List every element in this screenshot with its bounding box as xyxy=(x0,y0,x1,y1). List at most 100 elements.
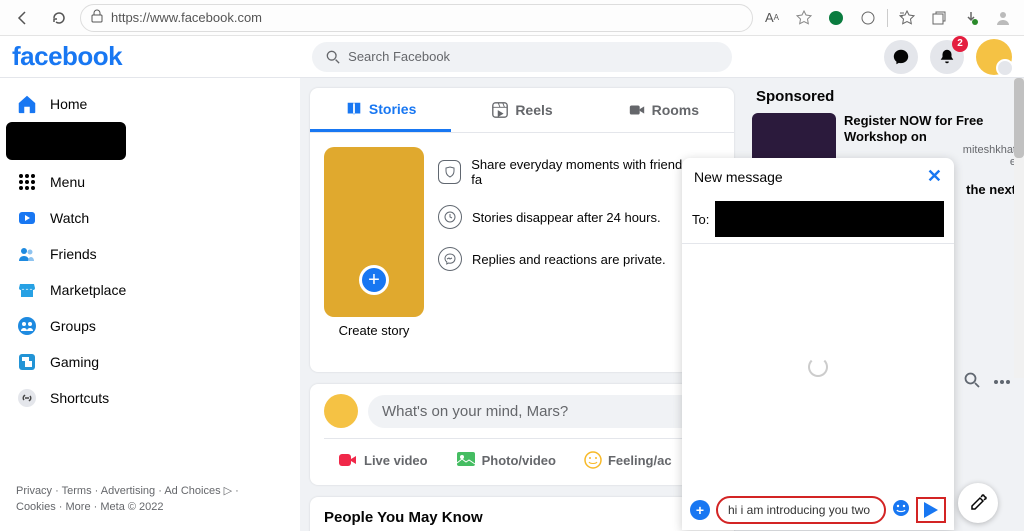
live-video-button[interactable]: Live video xyxy=(324,445,442,475)
reels-icon xyxy=(491,101,509,119)
tab-label: Rooms xyxy=(652,102,699,118)
create-story-label: Create story xyxy=(339,323,410,338)
text-size-icon[interactable]: AA xyxy=(759,5,785,31)
new-message-popup: New message ✕ To: + hi i am introducing … xyxy=(682,158,954,530)
notifications-button[interactable]: 2 xyxy=(930,40,964,74)
sidebar-item-label: Marketplace xyxy=(50,282,126,298)
account-avatar[interactable] xyxy=(976,39,1012,75)
sidebar-item-label: Friends xyxy=(50,246,97,262)
left-sidebar: Home Menu Watch Friends Marketplace xyxy=(0,78,300,531)
sidebar-item-shortcuts[interactable]: Shortcuts xyxy=(6,380,294,416)
tab-stories[interactable]: Stories xyxy=(310,88,451,132)
back-button[interactable] xyxy=(8,3,38,33)
gaming-icon xyxy=(16,351,38,373)
search-contacts-icon[interactable] xyxy=(964,372,980,391)
send-button[interactable] xyxy=(916,497,946,523)
sidebar-item-user[interactable] xyxy=(6,122,126,160)
tab-reels[interactable]: Reels xyxy=(451,88,592,132)
footer-line2[interactable]: Cookies · More · Meta © 2022 xyxy=(16,500,284,515)
recipient-chip[interactable] xyxy=(715,201,944,237)
video-icon xyxy=(628,101,646,119)
refresh-button[interactable] xyxy=(44,3,74,33)
tab-label: Reels xyxy=(515,102,552,118)
live-icon xyxy=(338,452,358,468)
feed-column: Stories Reels Rooms + Create story xyxy=(300,78,744,531)
favorite-icon[interactable] xyxy=(791,5,817,31)
book-icon xyxy=(345,100,363,118)
plus-icon: + xyxy=(359,265,389,295)
collections-icon[interactable] xyxy=(926,5,952,31)
chat-body xyxy=(682,244,954,490)
composer-avatar[interactable] xyxy=(324,394,358,428)
new-message-fab[interactable] xyxy=(958,483,998,523)
extension-icon[interactable] xyxy=(823,5,849,31)
sponsored-title: Register NOW for Free Workshop on xyxy=(844,113,1016,144)
composer-card: What's on your mind, Mars? Live video Ph… xyxy=(310,384,734,485)
composer-input[interactable]: What's on your mind, Mars? xyxy=(368,395,720,428)
bell-icon xyxy=(938,48,956,66)
chat-title: New message xyxy=(694,169,783,185)
chat-message-input[interactable]: hi i am introducing you two xyxy=(716,496,886,524)
photo-icon xyxy=(456,451,476,469)
sidebar-item-groups[interactable]: Groups xyxy=(6,308,294,344)
sidebar-item-label: Home xyxy=(50,96,87,112)
sidebar-item-label: Gaming xyxy=(50,354,99,370)
lock-icon xyxy=(91,9,103,26)
compose-icon xyxy=(969,494,987,512)
story-info-1: Share everyday moments with friends and … xyxy=(438,157,720,187)
chat-close-button[interactable]: ✕ xyxy=(927,166,942,187)
sidebar-item-label: Groups xyxy=(50,318,96,334)
sidebar-item-home[interactable]: Home xyxy=(6,86,294,122)
marketplace-icon xyxy=(16,279,38,301)
options-icon[interactable] xyxy=(994,372,1010,391)
search-placeholder: Search Facebook xyxy=(348,49,450,64)
facebook-header: facebook Search Facebook 2 xyxy=(0,36,1024,78)
footer-line1[interactable]: Privacy · Terms · Advertising · Ad Choic… xyxy=(16,484,284,499)
smiley-icon xyxy=(584,451,602,469)
facebook-logo[interactable]: facebook xyxy=(12,41,122,72)
sidebar-item-label: Menu xyxy=(50,174,85,190)
home-icon xyxy=(16,93,38,115)
sidebar-item-watch[interactable]: Watch xyxy=(6,200,294,236)
to-label: To: xyxy=(692,212,709,227)
sidebar-item-label: Shortcuts xyxy=(50,390,109,406)
sponsored-heading: Sponsored xyxy=(752,88,1016,105)
sponsored-title: the next xyxy=(966,182,1016,198)
grid-icon xyxy=(16,171,38,193)
stories-card: Stories Reels Rooms + Create story xyxy=(310,88,734,372)
chat-add-button[interactable]: + xyxy=(690,500,710,520)
sidebar-item-marketplace[interactable]: Marketplace xyxy=(6,272,294,308)
profile-icon[interactable] xyxy=(990,5,1016,31)
address-bar[interactable]: https://www.facebook.com xyxy=(80,4,753,32)
clock-icon xyxy=(438,205,462,229)
sponsored-subtitle: miteshkhat xyxy=(844,144,1016,156)
downloads-icon[interactable] xyxy=(958,5,984,31)
friends-icon xyxy=(16,243,38,265)
url-text: https://www.facebook.com xyxy=(111,10,262,25)
messenger-icon xyxy=(892,48,910,66)
loading-spinner-icon xyxy=(808,357,828,377)
emoji-picker-button[interactable] xyxy=(892,499,910,522)
groups-icon xyxy=(16,315,38,337)
pymk-card: People You May Know xyxy=(310,497,734,531)
page-scrollbar[interactable] xyxy=(1014,78,1024,378)
messenger-outline-icon xyxy=(438,247,462,271)
messenger-button[interactable] xyxy=(884,40,918,74)
tab-rooms[interactable]: Rooms xyxy=(593,88,734,132)
send-icon xyxy=(924,502,938,518)
sidebar-item-menu[interactable]: Menu xyxy=(6,164,294,200)
feeling-button[interactable]: Feeling/ac xyxy=(570,445,686,475)
create-story-card[interactable]: + xyxy=(324,147,424,317)
shield-icon xyxy=(438,160,461,184)
story-info-3: Replies and reactions are private. xyxy=(438,247,720,271)
favorites-list-icon[interactable] xyxy=(894,5,920,31)
sidebar-item-friends[interactable]: Friends xyxy=(6,236,294,272)
photo-video-button[interactable]: Photo/video xyxy=(442,445,570,475)
sidebar-item-gaming[interactable]: Gaming xyxy=(6,344,294,380)
search-icon xyxy=(326,50,340,64)
sidebar-item-label: Watch xyxy=(50,210,89,226)
settings-dots-icon[interactable] xyxy=(855,5,881,31)
browser-toolbar: https://www.facebook.com AA xyxy=(0,0,1024,36)
search-input[interactable]: Search Facebook xyxy=(312,42,732,72)
tab-label: Stories xyxy=(369,101,416,117)
